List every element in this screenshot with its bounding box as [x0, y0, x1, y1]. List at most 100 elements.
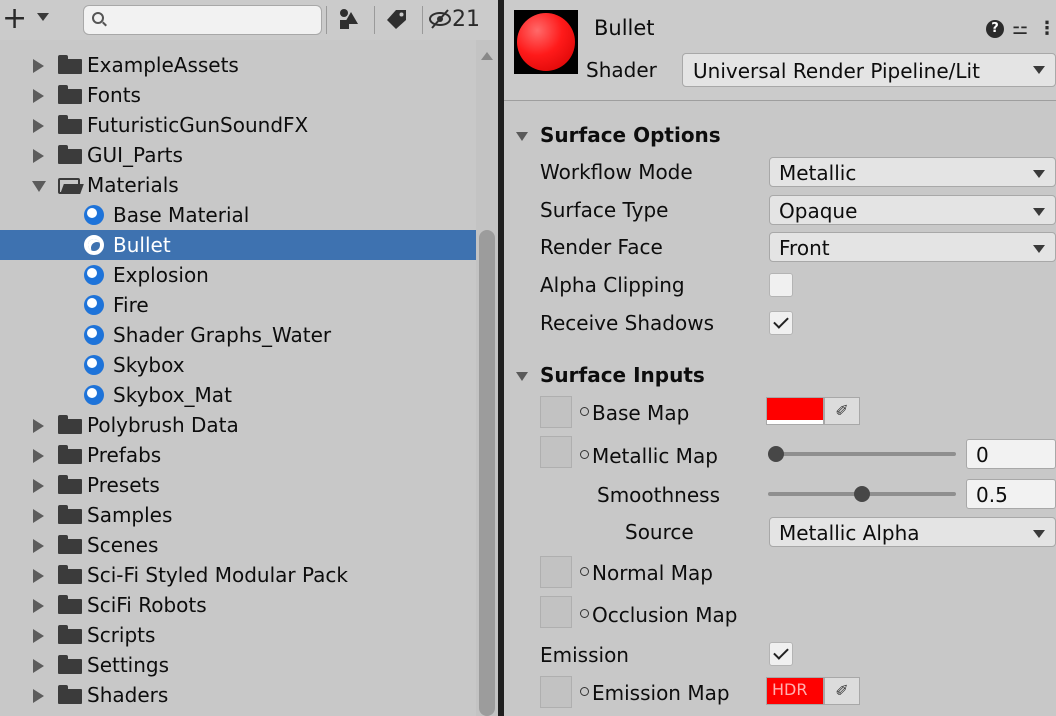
tree-item-fire[interactable]: Fire [0, 290, 476, 320]
tree-item-skybox-mat[interactable]: Skybox_Mat [0, 380, 476, 410]
material-icon [84, 295, 104, 315]
surface-type-dropdown[interactable]: Opaque [769, 195, 1056, 225]
eyedropper-icon[interactable]: ✐ [824, 677, 860, 705]
tree-item-shader-graphs-water[interactable]: Shader Graphs_Water [0, 320, 476, 350]
tree-item-label: Shaders [87, 683, 169, 707]
tree-item-materials[interactable]: Materials [0, 170, 476, 200]
texture-picker-icon[interactable] [580, 407, 589, 416]
filter-by-type-icon[interactable] [338, 8, 360, 34]
tree-item-samples[interactable]: Samples [0, 500, 476, 530]
tree-item-label: Sci-Fi Styled Modular Pack [87, 563, 348, 587]
expand-arrow-icon[interactable] [33, 59, 44, 73]
tree-item-scripts[interactable]: Scripts [0, 620, 476, 650]
expand-arrow-icon[interactable] [33, 629, 44, 643]
expand-arrow-icon[interactable] [33, 449, 44, 463]
scroll-up-arrow-icon[interactable] [481, 52, 493, 60]
tree-item-base-material[interactable]: Base Material [0, 200, 476, 230]
expand-arrow-icon[interactable] [33, 89, 44, 103]
emission-label: Emission [540, 643, 629, 667]
texture-picker-icon[interactable] [580, 567, 589, 576]
tree-item-skybox[interactable]: Skybox [0, 350, 476, 380]
tree-item-presets[interactable]: Presets [0, 470, 476, 500]
tree-item-shaders[interactable]: Shaders [0, 680, 476, 710]
tree-item-polybrush-data[interactable]: Polybrush Data [0, 410, 476, 440]
project-scrollbar[interactable] [476, 40, 498, 716]
workflow-mode-dropdown[interactable]: Metallic [769, 157, 1056, 187]
tree-item-label: Fonts [87, 83, 141, 107]
section-title: Surface Options [540, 123, 721, 147]
search-input[interactable] [83, 5, 322, 35]
emission-map-texture-slot[interactable] [540, 676, 572, 708]
expand-arrow-icon[interactable] [33, 569, 44, 583]
expand-arrow-icon[interactable] [33, 659, 44, 673]
dropdown-value: Opaque [779, 199, 858, 223]
emission-checkbox[interactable] [769, 642, 793, 666]
metallic-slider[interactable] [768, 446, 956, 462]
chevron-down-icon [1033, 245, 1045, 253]
expand-arrow-icon[interactable] [33, 539, 44, 553]
foldout-arrow-icon[interactable] [516, 132, 528, 141]
filter-by-label-icon[interactable] [386, 8, 408, 34]
expand-arrow-icon[interactable] [33, 689, 44, 703]
texture-picker-icon[interactable] [580, 609, 589, 618]
presets-icon[interactable]: ⚍ [1012, 18, 1028, 39]
tree-item-scenes[interactable]: Scenes [0, 530, 476, 560]
shader-dropdown[interactable]: Universal Render Pipeline/Lit [682, 53, 1056, 87]
tree-item-settings[interactable]: Settings [0, 650, 476, 680]
tree-item-label: Bullet [113, 233, 171, 257]
collapse-arrow-icon[interactable] [32, 181, 46, 192]
smoothness-source-dropdown[interactable]: Metallic Alpha [769, 517, 1056, 547]
emission-color-swatch[interactable]: HDR [766, 677, 824, 705]
tree-item-label: Fire [113, 293, 149, 317]
chevron-down-icon [1033, 66, 1045, 74]
base-color-swatch[interactable] [766, 397, 824, 425]
expand-arrow-icon[interactable] [33, 149, 44, 163]
dropdown-value: Metallic [779, 161, 857, 185]
plus-icon[interactable]: + [2, 4, 27, 34]
scrollbar-thumb[interactable] [479, 230, 495, 716]
texture-picker-icon[interactable] [580, 687, 589, 696]
help-icon[interactable]: ? [986, 20, 1004, 38]
dropdown-caret-icon[interactable] [37, 13, 49, 21]
tree-item-label: Skybox_Mat [113, 383, 232, 407]
tree-item-futuristicgunsoundfx[interactable]: FuturisticGunSoundFX [0, 110, 476, 140]
slider-knob[interactable] [768, 446, 784, 462]
expand-arrow-icon[interactable] [33, 599, 44, 613]
checkmark-icon [773, 644, 789, 660]
tree-item-scifi-robots[interactable]: SciFi Robots [0, 590, 476, 620]
base-map-texture-slot[interactable] [540, 396, 572, 428]
folder-icon [58, 115, 82, 134]
expand-arrow-icon[interactable] [33, 509, 44, 523]
expand-arrow-icon[interactable] [33, 419, 44, 433]
slider-knob[interactable] [854, 486, 870, 502]
alpha-clipping-checkbox[interactable] [769, 273, 793, 297]
tree-item-sci-fi-styled-modular-pack[interactable]: Sci-Fi Styled Modular Pack [0, 560, 476, 590]
folder-icon [58, 595, 82, 614]
normal-map-texture-slot[interactable] [540, 556, 572, 588]
metallic-map-texture-slot[interactable] [540, 436, 572, 468]
receive-shadows-checkbox[interactable] [769, 311, 793, 335]
surface-inputs-header[interactable]: Surface Inputs [516, 363, 705, 387]
surface-options-header[interactable]: Surface Options [516, 123, 721, 147]
tree-item-bullet[interactable]: Bullet [0, 230, 476, 260]
eyedropper-icon[interactable]: ✐ [824, 397, 860, 425]
tree-item-fonts[interactable]: Fonts [0, 80, 476, 110]
more-menu-icon[interactable]: ⋮ [1038, 18, 1056, 39]
material-icon [84, 205, 104, 225]
tree-item-exampleassets[interactable]: ExampleAssets [0, 50, 476, 80]
smoothness-value-field[interactable]: 0.5 [966, 479, 1056, 509]
occlusion-map-texture-slot[interactable] [540, 596, 572, 628]
foldout-arrow-icon[interactable] [516, 372, 528, 381]
tree-item-prefabs[interactable]: Prefabs [0, 440, 476, 470]
smoothness-slider[interactable] [768, 486, 956, 502]
folder-icon [58, 55, 82, 74]
expand-arrow-icon[interactable] [33, 119, 44, 133]
tree-item-gui-parts[interactable]: GUI_Parts [0, 140, 476, 170]
texture-picker-icon[interactable] [580, 450, 589, 459]
tree-item-explosion[interactable]: Explosion [0, 260, 476, 290]
metallic-value-field[interactable]: 0 [966, 439, 1056, 469]
hdr-badge: HDR [772, 680, 808, 699]
render-face-dropdown[interactable]: Front [769, 232, 1056, 262]
hidden-packages-icon[interactable] [428, 8, 452, 34]
expand-arrow-icon[interactable] [33, 479, 44, 493]
